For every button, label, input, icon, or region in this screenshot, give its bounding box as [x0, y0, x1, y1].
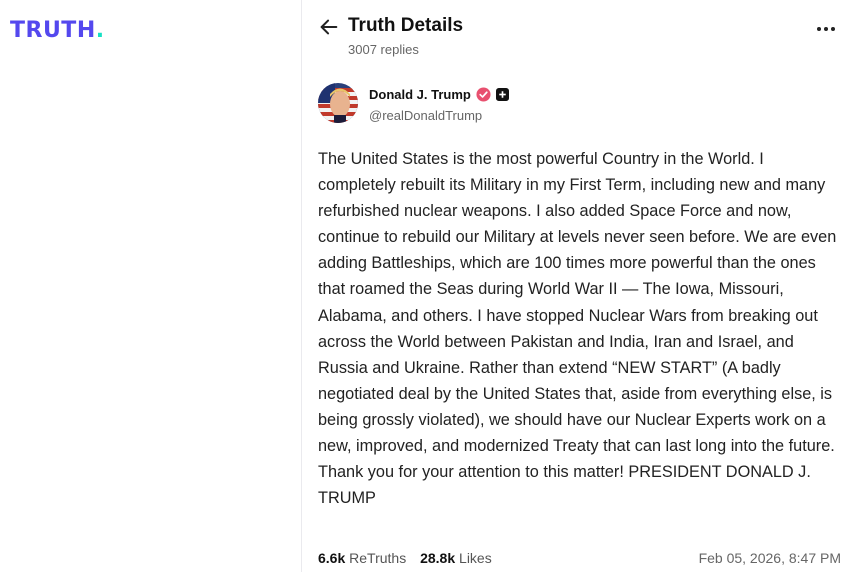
verified-badge-icon [476, 87, 491, 102]
retruths-count: 6.6k [318, 550, 346, 566]
retruths-label: ReTruths [349, 550, 407, 566]
retruths-stat[interactable]: 6.6k ReTruths [318, 550, 406, 566]
arrow-left-icon[interactable] [318, 16, 340, 38]
author-name: Donald J. Trump [369, 87, 471, 102]
logo-text: TRUTH [10, 18, 96, 43]
likes-count: 28.8k [420, 550, 456, 566]
author-handle[interactable]: @realDonaldTrump [369, 108, 482, 123]
post-text-container: The United States is the most powerful C… [318, 146, 844, 511]
page-header: Truth Details 3007 replies [318, 14, 835, 62]
post-text: The United States is the most powerful C… [318, 150, 837, 508]
likes-label: Likes [459, 550, 492, 566]
left-sidebar: TRUTH. [0, 0, 300, 572]
post-footer: 6.6k ReTruths 28.8k Likes Feb 05, 2026, … [318, 550, 841, 568]
replies-count: 3007 replies [348, 42, 419, 57]
logo-dot: . [95, 18, 105, 43]
post-timestamp[interactable]: Feb 05, 2026, 8:47 PM [699, 550, 841, 566]
post-author: Donald J. Trump @realDonaldTrump [318, 83, 835, 125]
truth-logo[interactable]: TRUTH. [10, 18, 105, 43]
page-title: Truth Details [348, 15, 464, 36]
author-name-row[interactable]: Donald J. Trump [369, 87, 509, 102]
likes-stat[interactable]: 28.8k Likes [420, 550, 492, 566]
avatar[interactable] [318, 83, 358, 123]
plus-badge-icon [495, 88, 509, 101]
more-horizontal-icon[interactable] [815, 18, 837, 40]
main-column: Truth Details 3007 replies Donald J. Tru… [302, 0, 851, 572]
